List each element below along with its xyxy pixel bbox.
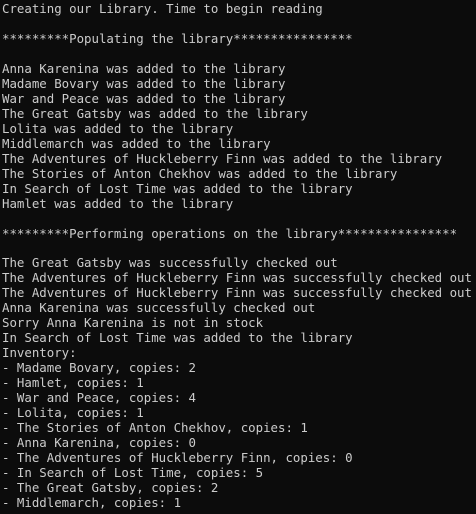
terminal-line: Inventory: (2, 345, 77, 361)
terminal-line: Madame Bovary was added to the library (2, 75, 286, 91)
terminal-line: In Search of Lost Time was added to the … (2, 330, 353, 346)
terminal-line: The Great Gatsby was added to the librar… (2, 105, 308, 121)
terminal-line: War and Peace was added to the library (2, 90, 286, 106)
terminal-line: Creating our Library. Time to begin read… (2, 1, 323, 16)
terminal-line: Middlemarch was added to the library (2, 135, 271, 151)
terminal-line: The Stories of Anton Chekhov was added t… (2, 165, 398, 181)
terminal-line: Lolita was added to the library (2, 120, 234, 136)
terminal-line: - The Great Gatsby, copies: 2 (2, 480, 219, 495)
terminal-line: In Search of Lost Time was added to the … (2, 180, 353, 196)
terminal-line: *********Performing operations on the li… (2, 225, 458, 241)
terminal-line: - Middlemarch, copies: 1 (2, 494, 182, 510)
terminal-output: Creating our Library. Time to begin read… (0, 0, 476, 511)
terminal-line: Hamlet was added to the library (2, 195, 234, 211)
terminal-line: Anna Karenina was added to the library (2, 60, 286, 76)
terminal-line: - Anna Karenina, copies: 0 (2, 435, 196, 451)
terminal-line: - In Search of Lost Time, copies: 5 (2, 465, 264, 481)
terminal-line: Sorry Anna Karenina is not in stock (2, 315, 264, 331)
terminal-line: The Adventures of Huckleberry Finn was s… (2, 285, 472, 301)
terminal-line: *********Populating the library*********… (2, 30, 353, 46)
terminal-line: - War and Peace, copies: 4 (2, 390, 196, 406)
terminal-line: - Madame Bovary, copies: 2 (2, 360, 196, 376)
terminal-line: - The Stories of Anton Chekhov, copies: … (2, 420, 308, 436)
terminal-window[interactable]: Creating our Library. Time to begin read… (0, 0, 476, 514)
terminal-line: The Great Gatsby was successfully checke… (2, 255, 338, 271)
terminal-line: - Lolita, copies: 1 (2, 405, 144, 421)
terminal-line: Anna Karenina was successfully checked o… (2, 300, 316, 316)
terminal-line: - Hamlet, copies: 1 (2, 375, 144, 391)
terminal-line: The Adventures of Huckleberry Finn was s… (2, 270, 472, 286)
terminal-line: - The Adventures of Huckleberry Finn, co… (2, 450, 353, 466)
terminal-line: The Adventures of Huckleberry Finn was a… (2, 150, 443, 166)
